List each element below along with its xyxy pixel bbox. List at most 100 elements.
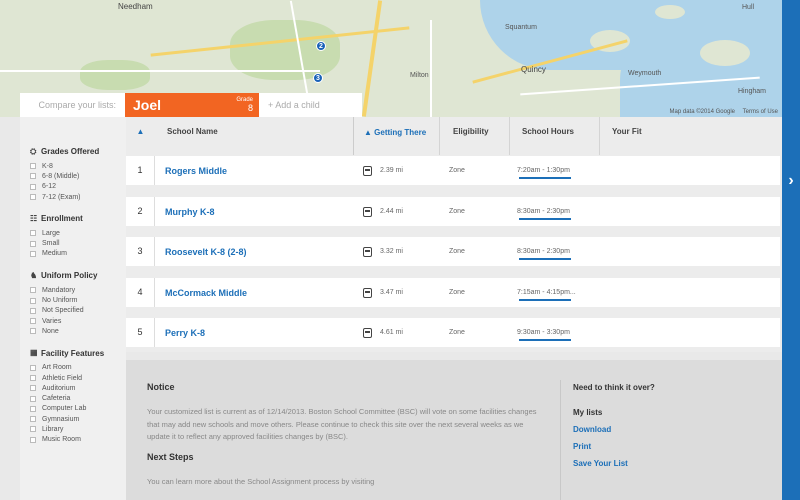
- filter-option[interactable]: Auditorium: [30, 383, 126, 393]
- filter-option[interactable]: 7-12 (Exam): [30, 192, 126, 202]
- checkbox[interactable]: [30, 183, 36, 190]
- option-label: Computer Lab: [42, 405, 87, 413]
- checkbox[interactable]: [30, 395, 36, 402]
- checkbox[interactable]: [30, 416, 36, 423]
- school-name-link[interactable]: Murphy K-8: [155, 207, 353, 217]
- map-label: Hull: [742, 4, 755, 11]
- filter-option[interactable]: Cafeteria: [30, 393, 126, 403]
- next-arrow-icon[interactable]: ›: [782, 170, 800, 192]
- school-name-link[interactable]: Roosevelt K-8 (2-8): [155, 247, 353, 257]
- option-label: Mandatory: [42, 286, 76, 294]
- map-label: Quincy: [521, 65, 546, 74]
- checkbox[interactable]: [30, 173, 36, 180]
- notice-content: Notice Your customized list is current a…: [147, 382, 547, 496]
- print-link[interactable]: Print: [573, 442, 663, 451]
- filter-group-enrollment: ☷ Enrollment Large Small Medium: [30, 214, 126, 259]
- map-park: [80, 60, 150, 90]
- checkbox[interactable]: [30, 426, 36, 433]
- distance-value: 3.47 mi: [380, 289, 403, 296]
- filter-option[interactable]: Library: [30, 424, 126, 434]
- filter-option[interactable]: None: [30, 326, 126, 336]
- checkbox[interactable]: [30, 364, 36, 371]
- checkbox[interactable]: [30, 297, 36, 304]
- child-list-tab[interactable]: Joel Grade 8: [125, 93, 259, 117]
- table-row[interactable]: 1 Rogers Middle 2.39 mi Zone 7:20am - 1:…: [126, 156, 780, 185]
- checkbox[interactable]: [30, 405, 36, 412]
- terms-link[interactable]: Terms of Use: [743, 109, 778, 115]
- results-table: ▲ School Name ▲ Getting There Eligibilit…: [126, 117, 782, 352]
- checkbox[interactable]: [30, 318, 36, 325]
- checkbox[interactable]: [30, 287, 36, 294]
- filter-option[interactable]: Mandatory: [30, 285, 126, 295]
- option-label: No Uniform: [42, 297, 78, 305]
- map-pin[interactable]: 3: [313, 73, 323, 83]
- checkbox[interactable]: [30, 375, 36, 381]
- checkbox[interactable]: [30, 163, 36, 170]
- col-header-getting-there[interactable]: ▲ Getting There: [353, 117, 439, 155]
- filter-option[interactable]: Small: [30, 238, 126, 248]
- filter-option[interactable]: Art Room: [30, 363, 126, 373]
- add-child-button[interactable]: + Add a child: [259, 100, 320, 110]
- table-header: ▲ School Name ▲ Getting There Eligibilit…: [126, 117, 780, 155]
- filter-option[interactable]: No Uniform: [30, 295, 126, 305]
- save-list-link[interactable]: Save Your List: [573, 459, 663, 468]
- option-label: 7-12 (Exam): [42, 193, 81, 201]
- table-row[interactable]: 5 Perry K-8 4.61 mi Zone 9:30am - 3:30pm: [126, 318, 780, 347]
- download-link[interactable]: Download: [573, 425, 663, 434]
- checkbox[interactable]: [30, 328, 36, 335]
- checkbox[interactable]: [30, 194, 36, 201]
- filter-option[interactable]: Athletic Field: [30, 373, 126, 383]
- filter-option[interactable]: K-8: [30, 161, 126, 171]
- option-label: Music Room: [42, 436, 81, 444]
- hours-cell: 8:30am - 2:30pm: [509, 248, 629, 260]
- col-header-eligibility[interactable]: Eligibility: [439, 117, 509, 155]
- map-label: Weymouth: [628, 70, 662, 77]
- filter-option[interactable]: Computer Lab: [30, 404, 126, 414]
- bus-icon: [363, 287, 372, 298]
- row-rank: 1: [126, 156, 155, 185]
- filter-option[interactable]: Medium: [30, 249, 126, 259]
- option-label: K-8: [42, 162, 53, 170]
- filter-option[interactable]: 6-8 (Middle): [30, 171, 126, 181]
- option-label: Varies: [42, 317, 62, 325]
- filter-option[interactable]: 6-12: [30, 182, 126, 192]
- option-label: Library: [42, 425, 64, 433]
- checkbox[interactable]: [30, 250, 36, 257]
- checkbox[interactable]: [30, 230, 36, 237]
- table-row[interactable]: 3 Roosevelt K-8 (2-8) 3.32 mi Zone 8:30a…: [126, 237, 780, 266]
- school-name-link[interactable]: McCormack Middle: [155, 288, 353, 298]
- sort-rank-icon[interactable]: ▲: [126, 117, 155, 155]
- filter-sidebar: ⛭ Grades Offered K-8 6-8 (Middle) 6-12 7-…: [20, 117, 126, 500]
- table-row[interactable]: 2 Murphy K-8 2.44 mi Zone 8:30am - 2:30p…: [126, 197, 780, 226]
- school-name-link[interactable]: Perry K-8: [155, 328, 353, 338]
- table-row[interactable]: 4 McCormack Middle 3.47 mi Zone 7:15am -…: [126, 278, 780, 307]
- map-water: [620, 20, 782, 117]
- option-label: Medium: [42, 250, 67, 258]
- filter-title: ☷ Enrollment: [30, 214, 126, 223]
- col-header-school-name[interactable]: School Name: [155, 117, 353, 155]
- think-it-over-label: Need to think it over?: [573, 383, 655, 392]
- filter-option[interactable]: Gymnasium: [30, 414, 126, 424]
- hours-cell: 8:30am - 2:30pm: [509, 208, 629, 220]
- map-credits: Map data ©2014 Google Terms of Use: [664, 109, 778, 115]
- filter-title: ▦ Facility Features: [30, 349, 126, 358]
- notice-panel: Notice Your customized list is current a…: [126, 360, 782, 500]
- map-island: [700, 40, 750, 66]
- filter-option[interactable]: Large: [30, 228, 126, 238]
- hours-value: 7:20am - 1:30pm: [517, 167, 570, 174]
- col-header-your-fit[interactable]: Your Fit: [599, 117, 699, 155]
- col-header-school-hours[interactable]: School Hours: [509, 117, 599, 155]
- list-actions: Need to think it over? My lists Download…: [573, 382, 663, 476]
- filter-option[interactable]: Varies: [30, 316, 126, 326]
- filter-option[interactable]: Not Specified: [30, 306, 126, 316]
- option-label: Athletic Field: [42, 374, 83, 382]
- checkbox[interactable]: [30, 385, 36, 392]
- checkbox[interactable]: [30, 240, 36, 247]
- filter-option[interactable]: Music Room: [30, 435, 126, 445]
- map-road: [0, 70, 320, 72]
- checkbox[interactable]: [30, 307, 36, 314]
- school-name-link[interactable]: Rogers Middle: [155, 166, 353, 176]
- map-pin[interactable]: 2: [316, 41, 326, 51]
- checkbox[interactable]: [30, 436, 36, 443]
- filter-group-uniform: ♞ Uniform Policy Mandatory No Uniform Not…: [30, 271, 126, 336]
